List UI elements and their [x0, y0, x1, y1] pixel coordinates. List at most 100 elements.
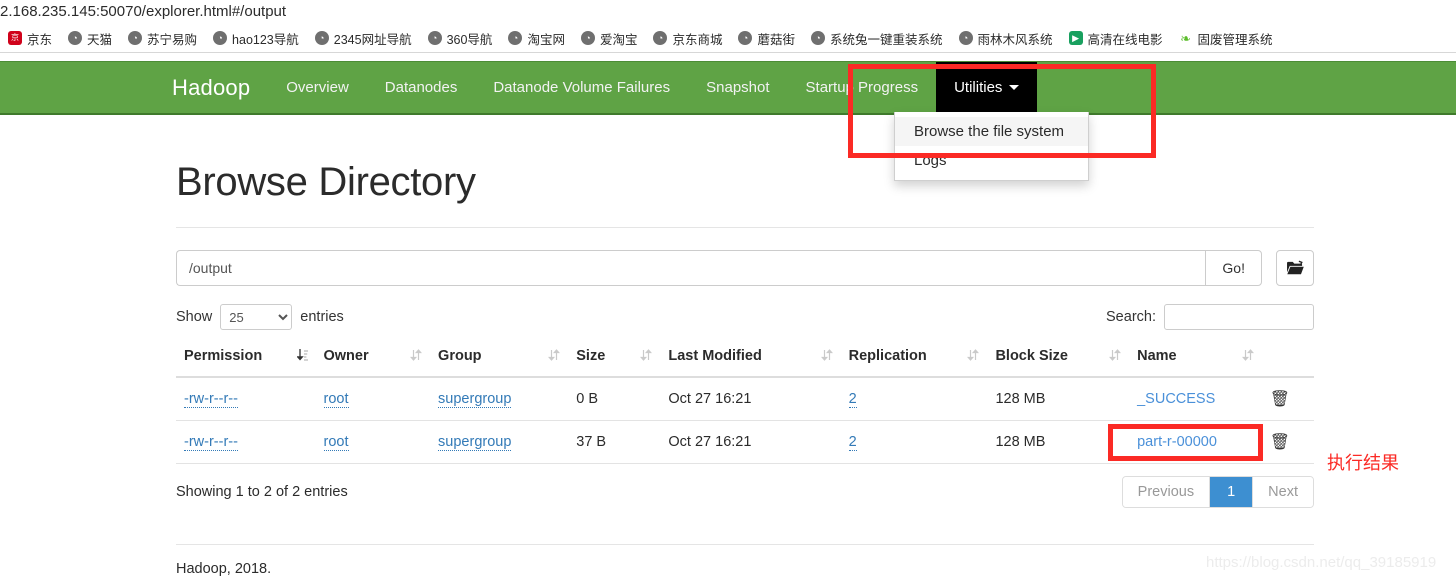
- globe-icon: ◔: [958, 31, 973, 45]
- bookmark-item[interactable]: ◔ 天猫: [60, 24, 120, 52]
- cell-block_size: 128 MB: [987, 377, 1130, 421]
- sort-icon: [820, 348, 833, 366]
- pagination-next[interactable]: Next: [1253, 477, 1313, 507]
- bookmarks-bar: 京京东 ◔ 天猫 ◔ 苏宁易购 ◔ hao123导航 ◔ 2345网址导航 ◔ 360导航 ◔ 淘宝网 ◔…: [0, 24, 1456, 53]
- bookmark-item[interactable]: ◔ 淘宝网: [500, 24, 573, 52]
- column-header-last-modified[interactable]: Last Modified: [660, 342, 841, 378]
- cell-name: _SUCCESS: [1129, 377, 1262, 421]
- cell-modified: Oct 27 16:21: [660, 377, 841, 421]
- bookmark-item[interactable]: ▶ 高清在线电影: [1061, 24, 1171, 52]
- nav-item-utilities[interactable]: Utilities: [936, 62, 1038, 113]
- nav-item-datanode-volume-failures[interactable]: Datanode Volume Failures: [475, 62, 688, 113]
- nav-item-startup-progress[interactable]: Startup Progress: [788, 62, 937, 113]
- nav-item-utilities-label: Utilities: [954, 79, 1003, 96]
- path-row: Go!: [176, 250, 1314, 286]
- bookmark-label: 高清在线电影: [1087, 32, 1163, 47]
- globe-icon: ◔: [314, 31, 329, 45]
- cell-permission: -rw-r--r--: [176, 420, 316, 464]
- footer-text: Hadoop, 2018.: [176, 561, 272, 577]
- cell-link-permission[interactable]: -rw-r--r--: [184, 434, 238, 451]
- video-icon: ▶: [1068, 31, 1083, 45]
- cell-link-permission[interactable]: -rw-r--r--: [184, 391, 238, 408]
- bookmark-item[interactable]: ◔ 爱淘宝: [573, 24, 646, 52]
- nav-item-overview[interactable]: Overview: [268, 62, 367, 113]
- menu-item-browse-the-file-system[interactable]: Browse the file system: [895, 117, 1088, 146]
- column-header-owner[interactable]: Owner: [315, 342, 431, 378]
- trash-icon[interactable]: 🗑: [1270, 391, 1290, 408]
- bookmark-label: 淘宝网: [527, 32, 565, 47]
- cell-link-replication[interactable]: 2: [848, 434, 857, 451]
- sort-icon: [1109, 348, 1122, 366]
- entries-info: Showing 1 to 2 of 2 entries: [176, 484, 348, 500]
- globe-icon: ◔: [68, 31, 83, 45]
- bookmark-label: 京东商城: [672, 32, 723, 47]
- cell-link-replication[interactable]: 2: [848, 391, 857, 408]
- bookmark-item[interactable]: ◔ 2345网址导航: [307, 24, 420, 52]
- column-header-size[interactable]: Size: [568, 342, 661, 378]
- nav-item-datanodes[interactable]: Datanodes: [367, 62, 476, 113]
- file-link[interactable]: _SUCCESS: [1137, 391, 1215, 407]
- folder-open-button[interactable]: [1276, 250, 1314, 286]
- bookmark-label: 天猫: [87, 32, 113, 47]
- cell-modified: Oct 27 16:21: [660, 420, 841, 464]
- table-body: -rw-r--r-- root supergroup 0 B Oct 27 16:21 2…: [176, 377, 1314, 464]
- bookmark-item[interactable]: ◔ 雨林木风系统: [951, 24, 1061, 52]
- cell-group: supergroup: [430, 377, 569, 421]
- utilities-dropdown-menu: Browse the file system Logs: [894, 112, 1089, 181]
- bookmark-item[interactable]: ◔ 蘑菇街: [730, 24, 803, 52]
- search-input[interactable]: [1164, 304, 1314, 330]
- column-header-group[interactable]: Group: [430, 342, 569, 378]
- brand-hadoop[interactable]: Hadoop: [0, 75, 268, 101]
- table-footer: Showing 1 to 2 of 2 entries Previous 1 N…: [176, 476, 1314, 508]
- cell-link-owner[interactable]: root: [323, 391, 349, 408]
- go-button[interactable]: Go!: [1205, 250, 1262, 286]
- cell-size: 0 B: [568, 377, 661, 421]
- path-input[interactable]: [176, 250, 1206, 286]
- pagination-page-1[interactable]: 1: [1210, 477, 1254, 507]
- page-length-select[interactable]: 2550100: [220, 304, 293, 330]
- globe-icon: ◔: [653, 31, 668, 45]
- nav-item-snapshot[interactable]: Snapshot: [688, 62, 787, 113]
- bookmark-label: 雨林木风系统: [977, 32, 1053, 47]
- bookmark-label: 爱淘宝: [599, 32, 638, 47]
- bookmark-label: hao123导航: [232, 32, 299, 47]
- table-header-row: Permission Owner Group Size Last Modifie…: [176, 342, 1314, 378]
- cell-link-owner[interactable]: root: [323, 434, 349, 451]
- cell-link-group[interactable]: supergroup: [438, 434, 512, 451]
- bookmark-label: 系统兔一键重装系统: [830, 32, 943, 47]
- column-label-last-modified: Last Modified: [668, 348, 762, 364]
- entries-label: entries: [300, 309, 344, 325]
- bookmark-label: 苏宁易购: [147, 32, 198, 47]
- bookmark-item[interactable]: ◔ 系统兔一键重装系统: [803, 24, 951, 52]
- bookmark-item[interactable]: ◔ 京东商城: [645, 24, 730, 52]
- cell-group: supergroup: [430, 420, 569, 464]
- column-label-group: Group: [438, 348, 482, 364]
- column-header-permission[interactable]: Permission: [176, 342, 316, 378]
- annotation-label-result: 执行结果: [1327, 453, 1399, 473]
- pagination-previous[interactable]: Previous: [1122, 477, 1211, 507]
- cell-link-group[interactable]: supergroup: [438, 391, 512, 408]
- column-header-name[interactable]: Name: [1129, 342, 1262, 378]
- bookmark-label: 蘑菇街: [757, 32, 795, 47]
- table-row: -rw-r--r-- root supergroup 37 B Oct 27 16:21…: [176, 420, 1314, 464]
- sort-icon: [1241, 348, 1254, 366]
- globe-icon: ◔: [508, 31, 523, 45]
- column-label-name: Name: [1137, 348, 1177, 364]
- bookmark-item[interactable]: ❧ 固废管理系统: [1171, 24, 1281, 52]
- search-label: Search:: [1106, 309, 1156, 325]
- column-header-block-size[interactable]: Block Size: [987, 342, 1130, 378]
- file-link[interactable]: part-r-00000: [1137, 434, 1217, 450]
- column-header-replication[interactable]: Replication: [840, 342, 988, 378]
- bookmark-item[interactable]: ◔ 360导航: [420, 24, 501, 52]
- bookmark-item[interactable]: ◔ 苏宁易购: [120, 24, 205, 52]
- bookmark-label: 2345网址导航: [333, 32, 412, 47]
- trash-icon[interactable]: 🗑: [1270, 434, 1290, 451]
- search-control: Search:: [1106, 304, 1314, 330]
- cell-replication: 2: [840, 420, 988, 464]
- cell-actions: 🗑: [1261, 420, 1314, 464]
- bookmark-item[interactable]: 京京东: [0, 24, 60, 52]
- browser-url-bar[interactable]: 2.168.235.145:50070/explorer.html#/outpu…: [0, 0, 1456, 24]
- menu-item-logs[interactable]: Logs: [895, 146, 1088, 175]
- globe-icon: ◔: [580, 31, 595, 45]
- bookmark-item[interactable]: ◔ hao123导航: [205, 24, 307, 52]
